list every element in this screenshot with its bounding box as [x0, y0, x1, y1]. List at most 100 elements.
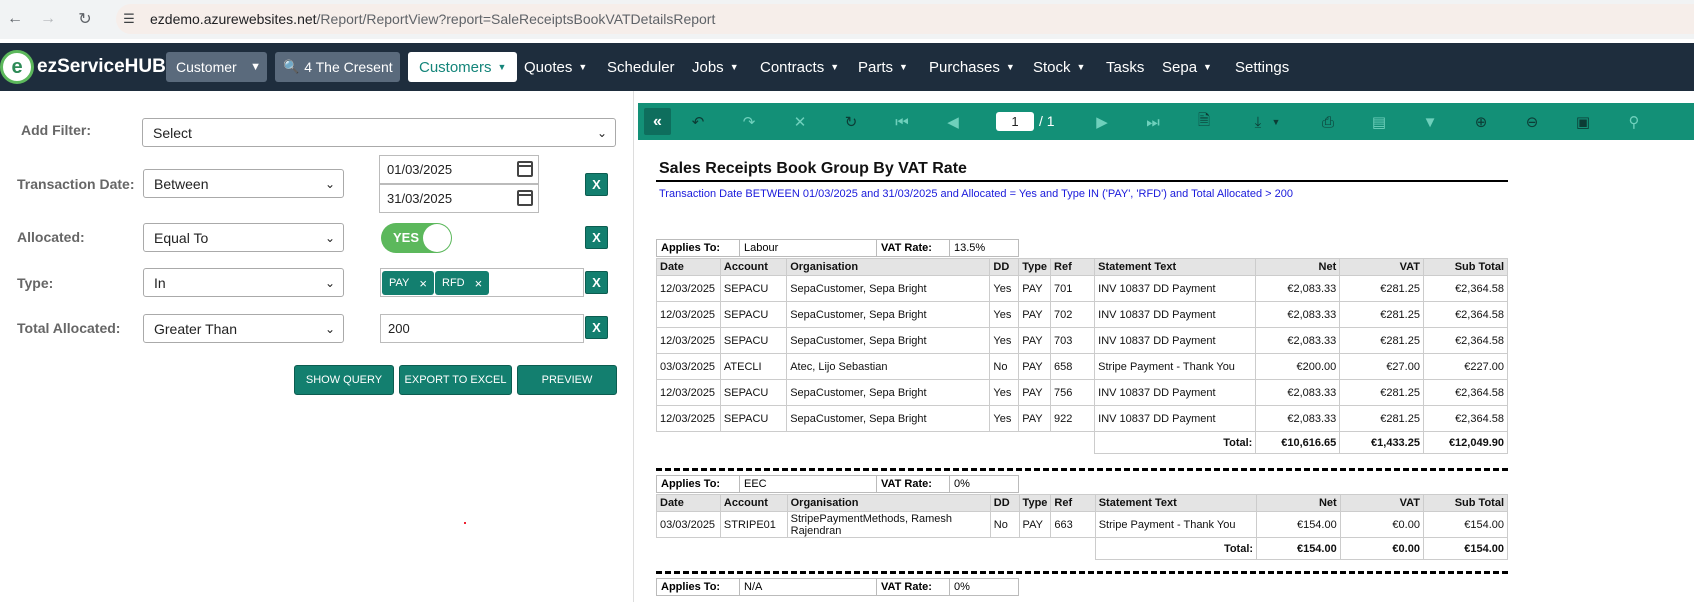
prev-page-icon[interactable]: ◀	[943, 112, 963, 132]
date-from-value: 01/03/2025	[387, 162, 453, 177]
remove-total-filter-button[interactable]: X	[585, 316, 608, 339]
col-dd: DD	[989, 494, 1020, 512]
nav-quotes[interactable]: Quotes ▼	[524, 52, 587, 82]
cell-vat: €27.00	[1339, 353, 1424, 380]
cell-dd: No	[989, 353, 1020, 380]
cell-type: PAY	[1018, 275, 1052, 302]
cell-date: 12/03/2025	[656, 301, 721, 328]
caret-down-icon: ▼	[899, 62, 908, 72]
type-operator[interactable]: In ⌄	[143, 268, 344, 297]
remove-date-filter-button[interactable]: X	[585, 173, 608, 196]
show-query-button[interactable]: SHOW QUERY	[294, 365, 394, 395]
col-sub-total: Sub Total	[1422, 258, 1509, 276]
document-icon[interactable]: 🗎	[1194, 112, 1214, 132]
nav-parts[interactable]: Parts ▼	[858, 52, 908, 82]
nav-customers[interactable]: Customers ▼	[408, 52, 518, 82]
remove-tag-icon[interactable]: ×	[419, 276, 427, 291]
cell-sub-total: €2,364.58	[1422, 327, 1509, 354]
total-allocated-input[interactable]: 200	[380, 314, 584, 343]
site-settings-icon[interactable]: ☰	[120, 10, 138, 28]
date-from-input[interactable]: 01/03/2025	[379, 155, 539, 184]
last-page-icon[interactable]: ⏭	[1143, 112, 1163, 132]
nav-stock[interactable]: Stock ▼	[1033, 52, 1085, 82]
table-row: 12/03/2025 SEPACU SepaCustomer, Sepa Brigh…	[656, 327, 1509, 354]
export-to-excel-button[interactable]: EXPORT TO EXCEL	[399, 365, 512, 395]
remove-type-filter-button[interactable]: X	[585, 271, 608, 294]
cell-net: €154.00	[1256, 511, 1341, 538]
type-tags-input[interactable]: PAY × RFD ×	[380, 268, 584, 297]
cell-date: 12/03/2025	[656, 327, 721, 354]
cell-statement-text: INV 10837 DD Payment	[1094, 275, 1257, 302]
cell-ref: 658	[1050, 353, 1096, 380]
allocated-operator[interactable]: Equal To ⌄	[143, 223, 344, 252]
preview-button[interactable]: PREVIEW	[517, 365, 617, 395]
filter-icon[interactable]: ▼	[1420, 112, 1440, 132]
search-icon[interactable]: ⚲	[1624, 112, 1644, 132]
view-mode-icon[interactable]: ▣	[1573, 112, 1593, 132]
logo-text: ezServiceHUB	[37, 56, 166, 77]
global-search-input[interactable]: 🔍 4 The Cresent	[275, 52, 400, 82]
collapse-panel-icon[interactable]: «	[644, 108, 671, 135]
allocated-toggle[interactable]: YES	[381, 223, 452, 253]
cell-ref: 756	[1050, 379, 1096, 406]
back-icon[interactable]: ←	[0, 4, 30, 34]
nav-quotes-label: Quotes	[524, 58, 573, 76]
group-header: Applies To: EEC VAT Rate: 0%	[656, 475, 1039, 493]
remove-tag-icon[interactable]: ×	[475, 276, 483, 291]
date-to-input[interactable]: 31/03/2025	[379, 184, 539, 213]
calendar-icon[interactable]	[517, 190, 533, 206]
total-label: Total:	[1094, 537, 1258, 560]
caret-down-icon: ▼	[1076, 62, 1086, 72]
transaction-date-operator[interactable]: Between ⌄	[143, 169, 344, 198]
col-net: Net	[1255, 258, 1341, 276]
table-row: 12/03/2025 SEPACU SepaCustomer, Sepa Brigh…	[656, 275, 1509, 302]
cell-organisation: SepaCustomer, Sepa Bright	[786, 275, 991, 302]
caret-down-icon: ▼	[729, 62, 739, 72]
type-label: Type:	[17, 275, 54, 291]
cell-vat: €281.25	[1339, 275, 1424, 302]
total-allocated-operator[interactable]: Greater Than ⌄	[143, 314, 344, 343]
forward-icon[interactable]: →	[33, 4, 63, 34]
nav-settings[interactable]: Settings	[1235, 52, 1289, 82]
refresh-icon[interactable]: ↻	[841, 112, 861, 132]
table-row: 12/03/2025 SEPACU SepaCustomer, Sepa Brigh…	[656, 379, 1509, 406]
col-sub-total: Sub Total	[1422, 494, 1509, 512]
next-page-icon[interactable]: ▶	[1092, 112, 1112, 132]
export-icon[interactable]: ⤓	[1248, 112, 1268, 132]
title-rule	[656, 180, 1508, 182]
calendar-icon[interactable]	[517, 161, 533, 177]
caret-down-icon: ▼	[1203, 62, 1212, 72]
reload-icon[interactable]: ↻	[70, 4, 100, 34]
nav-purchases[interactable]: Purchases ▼	[929, 52, 1015, 82]
nav-stock-label: Stock	[1033, 58, 1071, 76]
cell-account: ATECLI	[719, 353, 788, 380]
logo-icon: e	[0, 50, 34, 84]
add-filter-select[interactable]: Select ⌄	[142, 118, 616, 147]
table-row: 03/03/2025 STRIPE01 StripePaymentMethods, …	[656, 511, 1509, 538]
print-page-icon[interactable]: ▤	[1369, 112, 1389, 132]
redo-icon[interactable]: ↷	[739, 112, 759, 132]
print-icon[interactable]: ⎙	[1318, 112, 1338, 132]
undo-icon[interactable]: ↶	[688, 112, 708, 132]
nav-tasks[interactable]: Tasks	[1106, 52, 1144, 82]
cell-net: €2,083.33	[1255, 301, 1341, 328]
nav-jobs[interactable]: Jobs ▼	[692, 52, 739, 82]
remove-allocated-filter-button[interactable]: X	[585, 226, 608, 249]
first-page-icon[interactable]: ⏮	[892, 112, 912, 132]
app-logo[interactable]: e ezServiceHUB	[0, 46, 166, 88]
nav-scheduler[interactable]: Scheduler	[607, 52, 675, 82]
nav-contracts[interactable]: Contracts ▼	[760, 52, 839, 82]
chevron-down-icon: ⌄	[324, 321, 335, 336]
entity-select[interactable]: Customer ▼	[166, 52, 267, 82]
cancel-icon[interactable]: ✕	[790, 112, 810, 132]
cell-statement-text: INV 10837 DD Payment	[1094, 327, 1257, 354]
cell-sub-total: €2,364.58	[1422, 301, 1509, 328]
nav-sepa[interactable]: Sepa ▼	[1162, 52, 1212, 82]
cell-ref: 701	[1050, 275, 1096, 302]
address-bar[interactable]: ☰ ezdemo.azurewebsites.net/Report/Report…	[116, 4, 1694, 34]
chevron-down-icon[interactable]: ▼	[1266, 112, 1286, 132]
zoom-in-icon[interactable]: ⊕	[1471, 112, 1491, 132]
group-table: Date Account Organisation DD Type Ref St…	[656, 494, 1509, 560]
zoom-out-icon[interactable]: ⊖	[1522, 112, 1542, 132]
page-number-input[interactable]: 1	[996, 112, 1034, 131]
